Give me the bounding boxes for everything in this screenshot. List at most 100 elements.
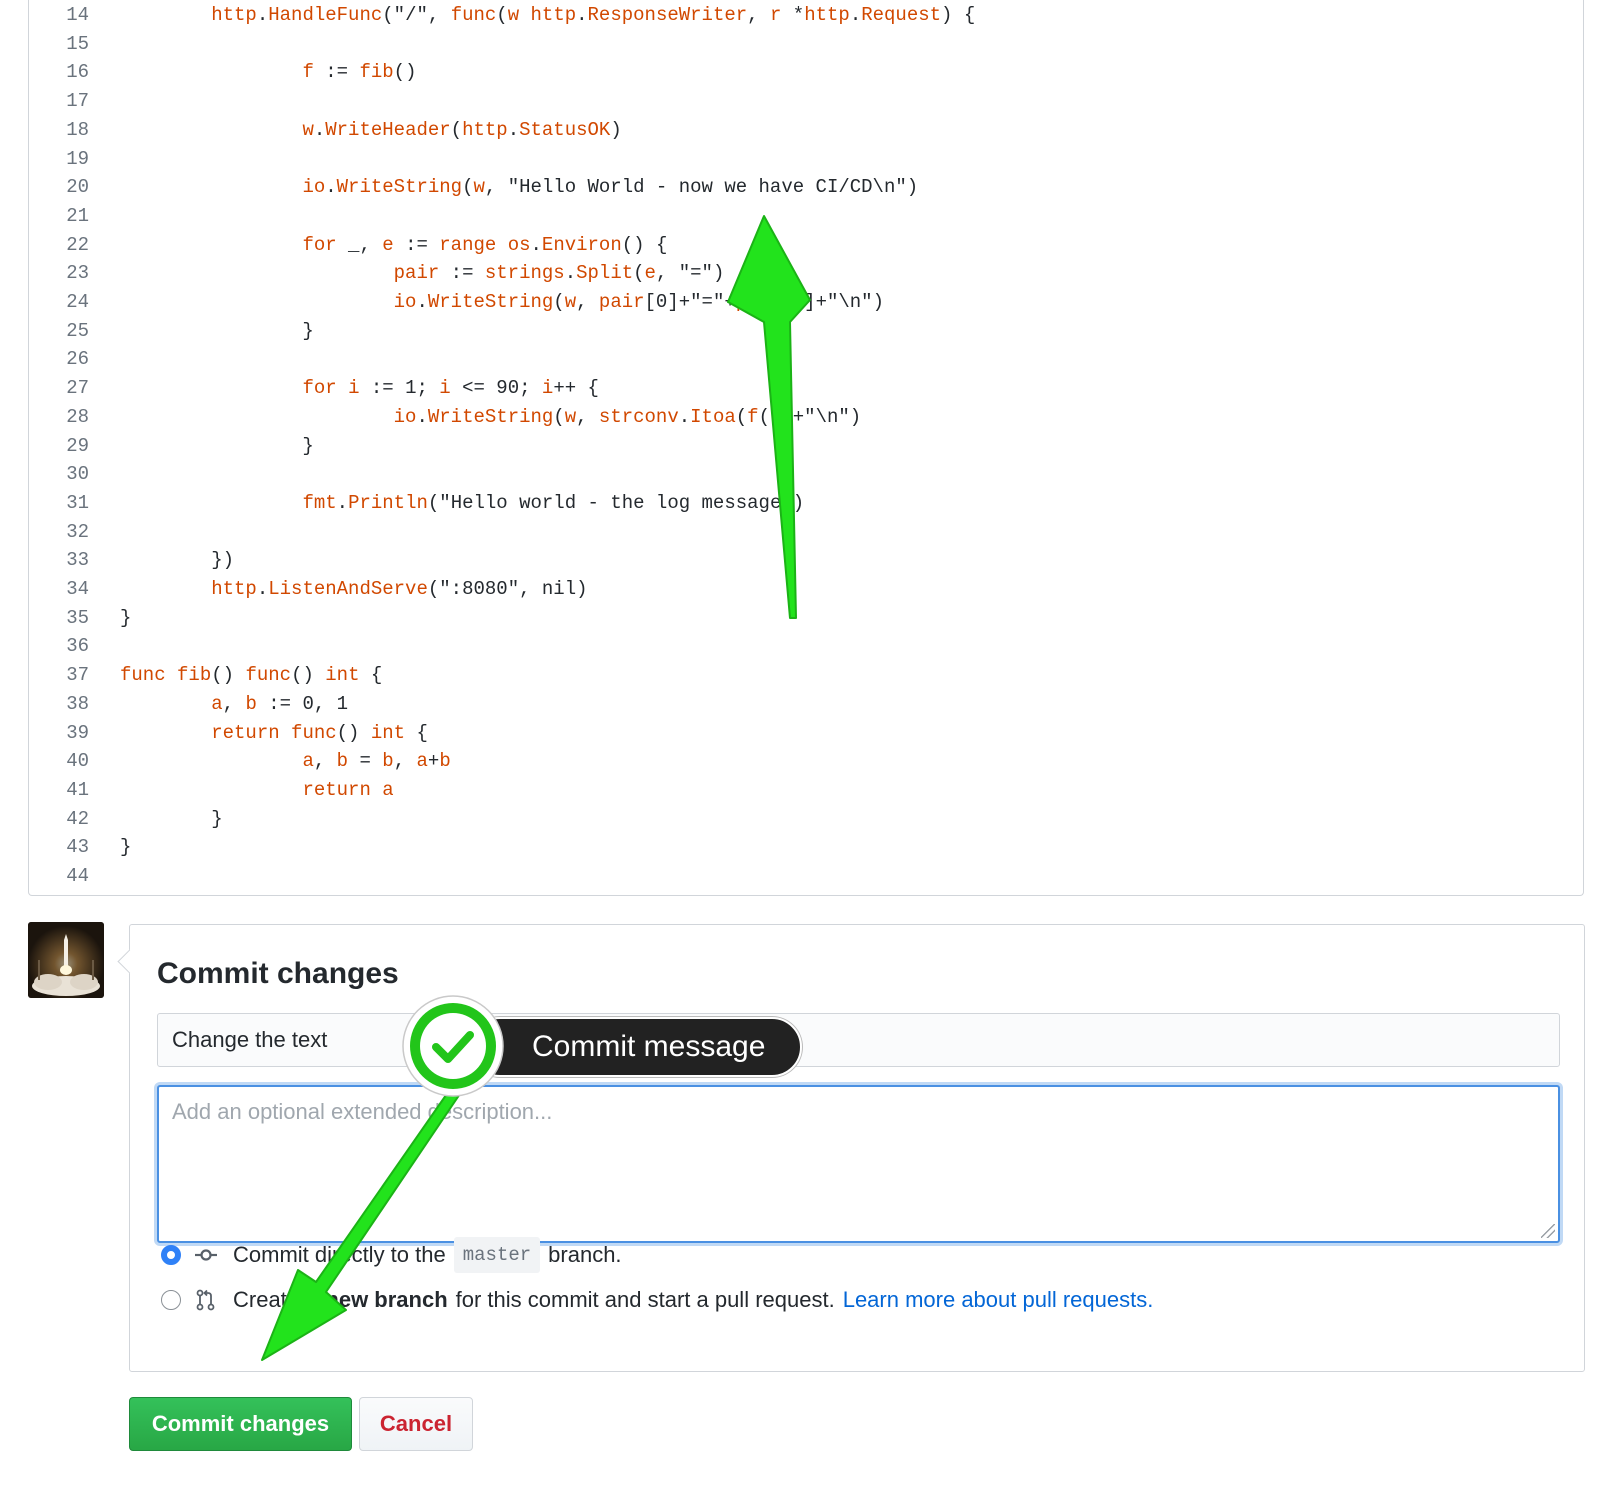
line-number: 40 (66, 750, 89, 773)
line-number: 35 (66, 606, 89, 629)
code-line: 14 http.HandleFunc("/", func(w http.Resp… (29, 1, 1583, 30)
line-number: 25 (66, 319, 89, 342)
line-number: 41 (66, 778, 89, 801)
code-line: 41 return a (29, 776, 1583, 805)
line-number: 44 (66, 865, 89, 887)
code-editor: 14 http.HandleFunc("/", func(w http.Resp… (28, 0, 1584, 896)
code-line: 44 (29, 862, 1583, 891)
code-line: 17 (29, 87, 1583, 116)
branch-name: master (453, 1237, 541, 1273)
code-text: f := fib() (302, 61, 417, 84)
code-line: 18 w.WriteHeader(http.StatusOK) (29, 116, 1583, 145)
line-number: 18 (66, 118, 89, 141)
git-pull-request-icon (196, 1289, 215, 1311)
commit-summary-input[interactable]: Change the text (157, 1013, 1560, 1067)
code-line: 15 (29, 30, 1583, 59)
code-line: 28 io.WriteString(w, strconv.Itoa(f())+"… (29, 403, 1583, 432)
code-text: io.WriteString(w, pair[0]+"="+pair[1]+"\… (393, 291, 884, 313)
code-line: 36 (29, 632, 1583, 661)
line-number: 20 (66, 176, 89, 199)
new-branch-suffix: for this commit and start a pull request… (455, 1287, 835, 1312)
code-text: for i := 1; i <= 90; i++ { (302, 377, 599, 400)
line-number: 27 (66, 377, 89, 400)
code-line: 33 }) (29, 546, 1583, 575)
commit-new-branch-option[interactable]: Create a new branch for this commit and … (161, 1284, 1153, 1316)
code-line: 26 (29, 345, 1583, 374)
description-placeholder: Add an optional extended description... (172, 1099, 553, 1124)
code-text: } (120, 836, 132, 859)
code-line: 16 f := fib() (29, 58, 1583, 87)
code-line: 30 (29, 460, 1583, 489)
code-text: io.WriteString(w, "Hello World - now we … (302, 176, 919, 199)
line-number: 26 (66, 348, 89, 371)
code-line: 31 fmt.Println("Hello world - the log me… (29, 489, 1583, 518)
code-text: pair := strings.Split(e, "=") (393, 262, 725, 285)
code-line: 39 return func() int { (29, 719, 1583, 748)
code-text: } (120, 319, 314, 342)
learn-more-link[interactable]: Learn more about pull requests. (843, 1284, 1154, 1316)
line-number: 31 (66, 491, 89, 514)
line-number: 43 (66, 836, 89, 859)
avatar (28, 922, 104, 998)
line-number: 30 (66, 463, 89, 486)
code-line: 43} (29, 833, 1583, 862)
radio-direct[interactable] (161, 1245, 181, 1265)
commit-direct-option[interactable]: Commit directly to the master branch. (161, 1237, 622, 1273)
code-text: } (120, 434, 314, 457)
panel-caret (117, 949, 142, 974)
code-line: 42 } (29, 805, 1583, 834)
line-number: 28 (66, 405, 89, 428)
code-text: a, b := 0, 1 (211, 692, 349, 715)
direct-option-suffix: branch. (548, 1242, 622, 1267)
code-text: w.WriteHeader(http.StatusOK) (302, 118, 622, 141)
code-line: 32 (29, 518, 1583, 547)
code-text: io.WriteString(w, strconv.Itoa(f())+"\n"… (393, 405, 862, 428)
code-text: }) (120, 549, 235, 572)
new-branch-prefix: Create a (233, 1287, 318, 1312)
line-number: 32 (66, 520, 89, 543)
code-text: } (120, 807, 223, 830)
line-number: 39 (66, 721, 89, 744)
cancel-button[interactable]: Cancel (359, 1397, 473, 1451)
line-number: 34 (66, 578, 89, 600)
code-text: a, b = b, a+b (302, 750, 451, 773)
new-branch-bold: new branch (325, 1287, 448, 1312)
code-text: fmt.Println("Hello world - the log messa… (302, 491, 805, 514)
code-line: 34 http.ListenAndServe(":8080", nil) (29, 575, 1583, 604)
code-text: for _, e := range os.Environ() { (302, 233, 668, 256)
code-text: return a (302, 778, 394, 801)
code-line: 19 (29, 145, 1583, 174)
code-line: 40 a, b = b, a+b (29, 747, 1583, 776)
code-line: 20 io.WriteString(w, "Hello World - now … (29, 173, 1583, 202)
code-text: } (120, 606, 132, 629)
code-line: 37 func fib() func() int { (29, 661, 1583, 690)
line-number: 37 (66, 664, 89, 687)
line-number: 22 (66, 233, 89, 256)
code-text: http.HandleFunc("/", func(w http.Respons… (211, 4, 976, 26)
checkmark-icon (402, 995, 504, 1097)
code-text: return func() int { (211, 721, 428, 744)
code-text: http.ListenAndServe(":8080", nil) (211, 578, 588, 600)
code-line: 27 for i := 1; i <= 90; i++ { (29, 374, 1583, 403)
git-commit-icon (195, 1249, 217, 1261)
code-text: func fib() func() int { (120, 664, 383, 687)
line-number: 36 (66, 635, 89, 658)
code-line: 24 io.WriteString(w, pair[0]+"="+pair[1]… (29, 288, 1583, 317)
line-number: 33 (66, 549, 89, 572)
line-number: 17 (66, 90, 89, 113)
commit-changes-button[interactable]: Commit changes (129, 1397, 352, 1451)
code-line: 29 } (29, 432, 1583, 461)
line-number: 42 (66, 807, 89, 830)
radio-new-branch[interactable] (161, 1290, 181, 1310)
code-line: 38 a, b := 0, 1 (29, 690, 1583, 719)
line-number: 19 (66, 147, 89, 170)
line-number: 29 (66, 434, 89, 457)
line-number: 21 (66, 204, 89, 227)
code-line: 21 (29, 202, 1583, 231)
commit-form: Commit changes Change the text Add an op… (117, 924, 1585, 1372)
line-number: 38 (66, 692, 89, 715)
resize-handle[interactable] (1541, 1224, 1555, 1238)
code-line: 25 } (29, 317, 1583, 346)
commit-description-textarea[interactable]: Add an optional extended description... (157, 1085, 1560, 1243)
line-number: 16 (66, 61, 89, 84)
